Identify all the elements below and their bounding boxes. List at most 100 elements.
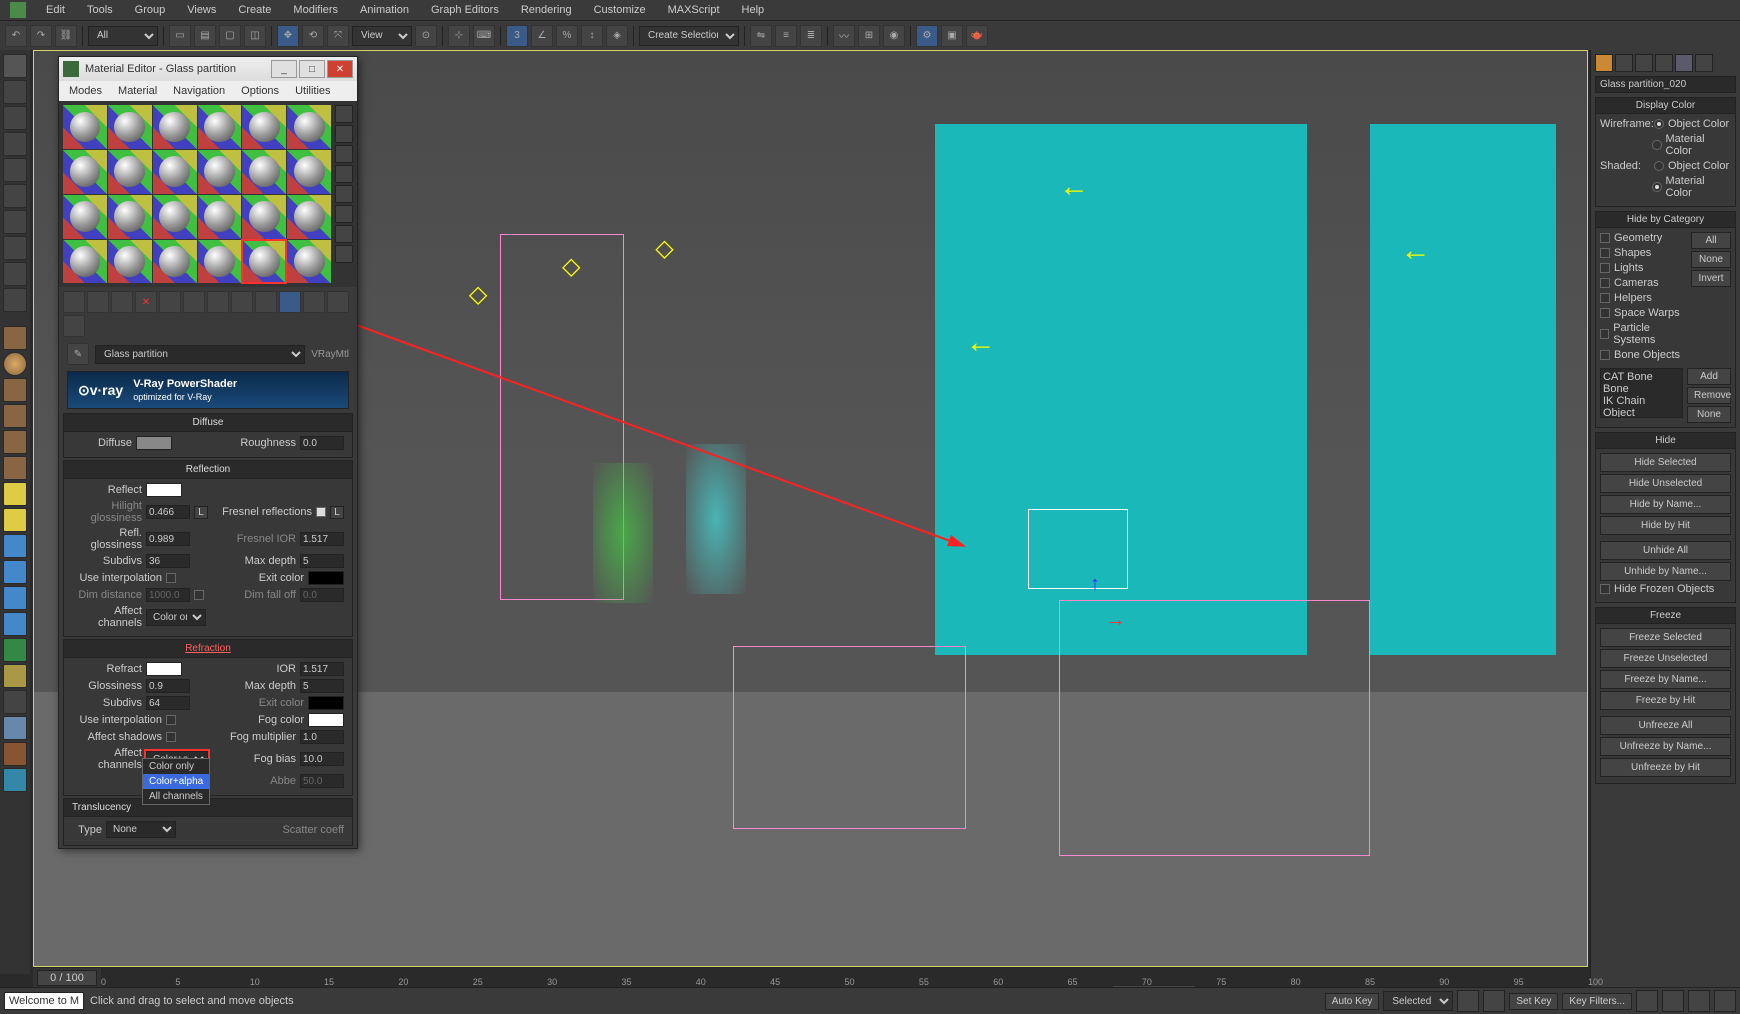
menu-maxscript[interactable]: MAXScript — [658, 2, 730, 18]
menu-help[interactable]: Help — [732, 2, 775, 18]
show-end-button[interactable] — [303, 291, 325, 313]
unfreeze-byname-button[interactable]: Unfreeze by Name... — [1600, 737, 1731, 756]
sidebar-foliage[interactable] — [3, 638, 27, 662]
put-library-button[interactable] — [231, 291, 253, 313]
assign-button[interactable] — [111, 291, 133, 313]
material-type-label[interactable]: VRayMtl — [311, 349, 349, 360]
sidebar-helper-2[interactable] — [3, 586, 27, 610]
go-sibling-button[interactable] — [63, 315, 85, 337]
keyboard-button[interactable]: ⌨ — [473, 25, 495, 47]
dim-dist-spinner[interactable] — [146, 588, 190, 602]
fog-bias-spinner[interactable] — [300, 752, 344, 766]
select-by-mat-button[interactable] — [335, 245, 353, 263]
sidebar-primitive-torus[interactable] — [3, 404, 27, 428]
menu-edit[interactable]: Edit — [36, 2, 75, 18]
object-name-input[interactable] — [1595, 76, 1736, 93]
sidebar-primitive-sphere[interactable] — [3, 352, 27, 376]
affect-shadows-check[interactable] — [166, 732, 176, 742]
translucency-type-select[interactable]: None — [106, 821, 176, 838]
sidebar-tool-10[interactable] — [3, 288, 27, 312]
show-map-button[interactable] — [279, 291, 301, 313]
minimize-button[interactable]: _ — [271, 60, 297, 78]
sidebar-tool-5[interactable] — [3, 158, 27, 182]
hide-cameras-check[interactable] — [1600, 278, 1610, 288]
refract-gloss-spinner[interactable] — [146, 679, 190, 693]
mat-menu-navigation[interactable]: Navigation — [167, 83, 231, 99]
unhide-byname-button[interactable]: Unhide by Name... — [1600, 562, 1731, 581]
hide-geometry-check[interactable] — [1600, 233, 1610, 243]
dim-fall-spinner[interactable] — [300, 588, 344, 602]
sidebar-misc-1[interactable] — [3, 664, 27, 688]
menu-create[interactable]: Create — [228, 2, 281, 18]
panel-tab-hierarchy[interactable] — [1635, 54, 1653, 72]
go-parent-button[interactable] — [327, 291, 349, 313]
freeze-byname-button[interactable]: Freeze by Name... — [1600, 670, 1731, 689]
menu-modifiers[interactable]: Modifiers — [283, 2, 348, 18]
shaded-material-radio[interactable] — [1652, 182, 1662, 192]
hide-bone-check[interactable] — [1600, 350, 1610, 360]
add-button[interactable]: Add — [1687, 368, 1731, 385]
material-slot-selected[interactable] — [242, 240, 286, 284]
edged-faces-button[interactable]: ◈ — [606, 25, 628, 47]
menu-rendering[interactable]: Rendering — [511, 2, 582, 18]
reflect-subdivs-spinner[interactable] — [146, 554, 190, 568]
material-slot[interactable] — [63, 105, 107, 149]
align-button[interactable]: ≡ — [775, 25, 797, 47]
render-frame-button[interactable]: ▣ — [941, 25, 963, 47]
sidebar-misc-3[interactable] — [3, 716, 27, 740]
panel-tab-display[interactable] — [1675, 54, 1693, 72]
sidebar-tool-2[interactable] — [3, 80, 27, 104]
manipulate-button[interactable]: ⊹ — [448, 25, 470, 47]
material-slot[interactable] — [242, 195, 286, 239]
material-slot[interactable] — [287, 240, 331, 284]
fresnel-ior-spinner[interactable] — [300, 532, 344, 546]
dropdown-option[interactable]: Color only — [143, 759, 209, 774]
material-slot[interactable] — [242, 105, 286, 149]
sidebar-tool-4[interactable] — [3, 132, 27, 156]
ref-coord-dropdown[interactable]: View — [352, 26, 412, 46]
mat-menu-modes[interactable]: Modes — [63, 83, 108, 99]
panel-tab-modify[interactable] — [1615, 54, 1633, 72]
hide-frozen-check[interactable] — [1600, 584, 1610, 594]
sidebar-misc-4[interactable] — [3, 742, 27, 766]
reflect-affect-channels-select[interactable]: Color only — [146, 609, 206, 626]
menu-group[interactable]: Group — [125, 2, 176, 18]
nav-zoom-button[interactable] — [1662, 990, 1684, 1012]
material-name-input[interactable]: Glass partition — [95, 345, 305, 364]
named-selection-dropdown[interactable]: Create Selection Se — [639, 26, 739, 46]
material-slot[interactable] — [63, 150, 107, 194]
sidebar-tool-1[interactable] — [3, 54, 27, 78]
reflect-maxdepth-spinner[interactable] — [300, 554, 344, 568]
sample-uv-button[interactable] — [335, 165, 353, 183]
maximize-button[interactable]: □ — [299, 60, 325, 78]
sample-type-button[interactable] — [335, 105, 353, 123]
backlight-button[interactable] — [335, 125, 353, 143]
select-scale-button[interactable]: ⤧ — [327, 25, 349, 47]
prev-key-button[interactable] — [1457, 990, 1479, 1012]
hide-shapes-check[interactable] — [1600, 248, 1610, 258]
keymode-select[interactable]: Selected — [1383, 991, 1453, 1011]
material-editor-button[interactable]: ◉ — [883, 25, 905, 47]
sidebar-helper-3[interactable] — [3, 612, 27, 636]
select-button[interactable]: ▭ — [169, 25, 191, 47]
roughness-spinner[interactable] — [300, 436, 344, 450]
delete-button[interactable]: ✕ — [135, 291, 157, 313]
nav-max-button[interactable] — [1714, 990, 1736, 1012]
material-slot[interactable] — [287, 105, 331, 149]
undo-button[interactable]: ↶ — [5, 25, 27, 47]
sidebar-tool-6[interactable] — [3, 184, 27, 208]
mat-id-button[interactable] — [255, 291, 277, 313]
dropdown-option[interactable]: All channels — [143, 789, 209, 804]
reflect-interp-check[interactable] — [166, 573, 176, 583]
sidebar-tool-8[interactable] — [3, 236, 27, 260]
material-slot[interactable] — [108, 240, 152, 284]
window-crossing-button[interactable]: ◫ — [244, 25, 266, 47]
hide-helpers-check[interactable] — [1600, 293, 1610, 303]
make-copy-button[interactable] — [183, 291, 205, 313]
refract-interp-check[interactable] — [166, 715, 176, 725]
menu-views[interactable]: Views — [177, 2, 226, 18]
l-button[interactable]: L — [194, 506, 208, 519]
nav-pan-button[interactable] — [1636, 990, 1658, 1012]
refraction-rollout-header[interactable]: Refraction — [63, 639, 353, 658]
material-slot[interactable] — [153, 150, 197, 194]
